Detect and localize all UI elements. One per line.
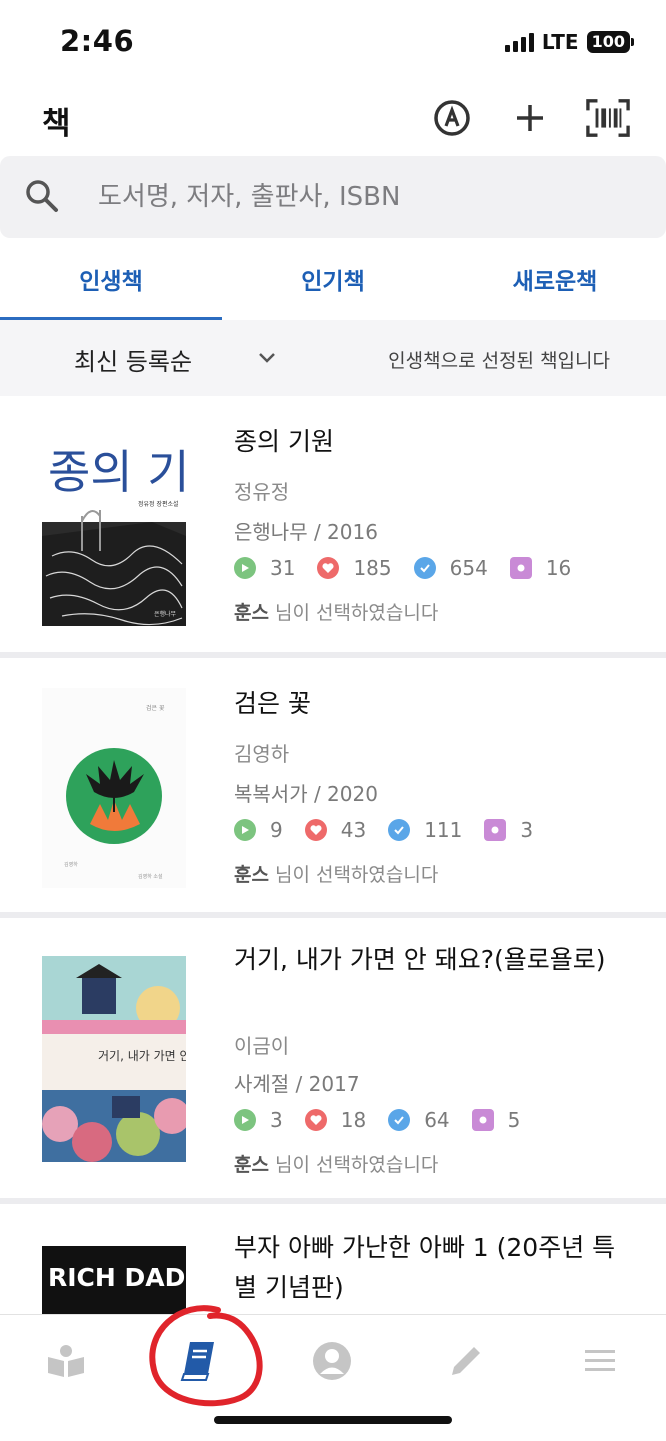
heart-icon [304,819,327,841]
heart-icon [317,557,340,579]
selected-user: 훈스 [234,602,269,624]
svg-text:은행나무: 은행나무 [154,610,177,618]
svg-text:종의 기원: 종의 기원 [48,445,186,499]
page-title: 책 [42,106,71,142]
check-icon [388,819,411,841]
book-cover[interactable]: 거기, 내가 가면 안 돼요? [42,956,186,1162]
heart-icon [304,1109,327,1131]
medal-count: 3 [484,818,533,842]
check-count: 654 [413,556,488,580]
book-publisher-year: 은행나무 / 2016 [234,520,378,544]
book-item[interactable]: 거기, 내가 가면 안 돼요? 거기, 내가 가면 안 돼요?(욜로욜로) 이금… [0,918,666,1198]
battery-icon: 100 [586,31,634,53]
selected-by: 훈스 님이 선택하였습니다 [234,602,439,624]
book-stats: 3 18 64 5 [234,1108,542,1132]
chevron-down-icon[interactable] [256,346,278,368]
selected-user: 훈스 [234,864,269,886]
signal-icon [504,32,534,52]
check-icon [413,557,436,579]
clock: 2:46 [60,24,135,58]
book-cover[interactable]: 종의 기원 정유정 장편소설 은행나무 [42,426,186,626]
svg-text:거기, 내가 가면 안 돼요?: 거기, 내가 가면 안 돼요? [98,1049,186,1063]
book-title[interactable]: 거기, 내가 가면 안 돼요?(욜로욜로) [234,940,634,980]
cover-black-flower: 검은 꽃 김영하 김영하 소설 [42,688,186,888]
read-count: 3 [234,1108,283,1132]
book-open-icon [48,1345,84,1377]
book-item[interactable]: RICH DAD 부자 아빠 가난한 아빠 1 (20주년 특별 기념판) [0,1204,666,1314]
book-title[interactable]: 검은 꽃 [234,684,634,724]
user-icon [313,1342,351,1380]
svg-text:검은 꽃: 검은 꽃 [146,705,165,712]
book-stats: 31 185 654 16 [234,556,593,580]
check-count: 64 [388,1108,450,1132]
book-publisher-year: 복복서가 / 2020 [234,782,378,806]
menu-icon [585,1350,615,1371]
like-count: 185 [317,556,392,580]
nav-reading[interactable] [44,1339,88,1383]
book-stats: 9 43 111 3 [234,818,555,842]
search-bar[interactable] [0,156,666,238]
svg-text:김영하 소설: 김영하 소설 [138,873,163,880]
like-count: 43 [304,818,366,842]
medal-count: 16 [509,556,571,580]
search-input[interactable] [96,176,620,218]
pencil-icon [452,1347,480,1375]
status-bar: 2:46 LTE 100 [0,0,666,80]
sort-dropdown[interactable]: 최신 등록순 [74,342,192,377]
barcode-icon [586,99,630,137]
search-icon [26,180,58,212]
status-indicators: LTE 100 [504,30,634,54]
barcode-scan-button[interactable] [586,96,630,140]
filter-bar: 최신 등록순 인생책으로 선정된 책입니다 [0,320,666,396]
letter-a-circle-icon [434,100,470,136]
medal-icon [484,819,507,841]
book-publisher-year: 사계절 / 2017 [234,1072,360,1096]
read-count: 31 [234,556,295,580]
play-icon [234,557,256,579]
medal-icon [509,557,532,579]
cover-origin-of-species: 종의 기원 정유정 장편소설 은행나무 [42,426,186,626]
nav-profile[interactable] [310,1339,354,1383]
book-title[interactable]: 종의 기원 [234,422,634,462]
book-author: 김영하 [234,742,290,766]
book-title[interactable]: 부자 아빠 가난한 아빠 1 (20주년 특별 기념판) [234,1228,634,1308]
home-indicator [214,1416,452,1424]
battery-level: 100 [586,31,630,53]
svg-text:RICH DAD: RICH DAD [48,1263,185,1292]
auto-sort-button[interactable] [430,96,474,140]
tab-popular-books[interactable]: 인기책 [222,238,444,320]
app-bar: 책 [0,80,666,156]
nav-menu[interactable] [578,1339,622,1383]
svg-text:정유정 장편소설: 정유정 장편소설 [138,500,179,508]
medal-icon [471,1109,494,1131]
read-count: 9 [234,818,283,842]
plus-icon [517,105,543,131]
cover-can-i-go-there: 거기, 내가 가면 안 돼요? [42,956,186,1162]
check-count: 111 [388,818,462,842]
book-author: 정유정 [234,480,290,504]
tab-life-books[interactable]: 인생책 [0,238,222,320]
check-icon [388,1109,411,1131]
add-button[interactable] [508,96,552,140]
selected-user: 훈스 [234,1154,269,1176]
annotation-circle [149,1305,263,1407]
selected-by: 훈스 님이 선택하였습니다 [234,864,439,886]
book-author: 이금이 [234,1034,290,1058]
tab-new-books[interactable]: 새로운책 [444,238,666,320]
tab-bar: 인생책 인기책 새로운책 [0,238,666,321]
network-type: LTE [541,30,579,54]
book-cover[interactable]: 검은 꽃 김영하 김영하 소설 [42,688,186,888]
selected-by: 훈스 님이 선택하였습니다 [234,1154,439,1176]
medal-count: 5 [471,1108,520,1132]
book-item[interactable]: 검은 꽃 김영하 김영하 소설 검은 꽃 김영하 복복서가 / 2020 9 4… [0,658,666,912]
nav-write[interactable] [444,1339,488,1383]
svg-text:김영하: 김영하 [64,861,78,868]
play-icon [234,819,256,841]
filter-description: 인생책으로 선정된 책입니다 [388,350,610,372]
like-count: 18 [304,1108,366,1132]
play-icon [234,1109,256,1131]
book-item[interactable]: 종의 기원 정유정 장편소설 은행나무 종의 기원 정유정 은행나무 / 201… [0,396,666,652]
